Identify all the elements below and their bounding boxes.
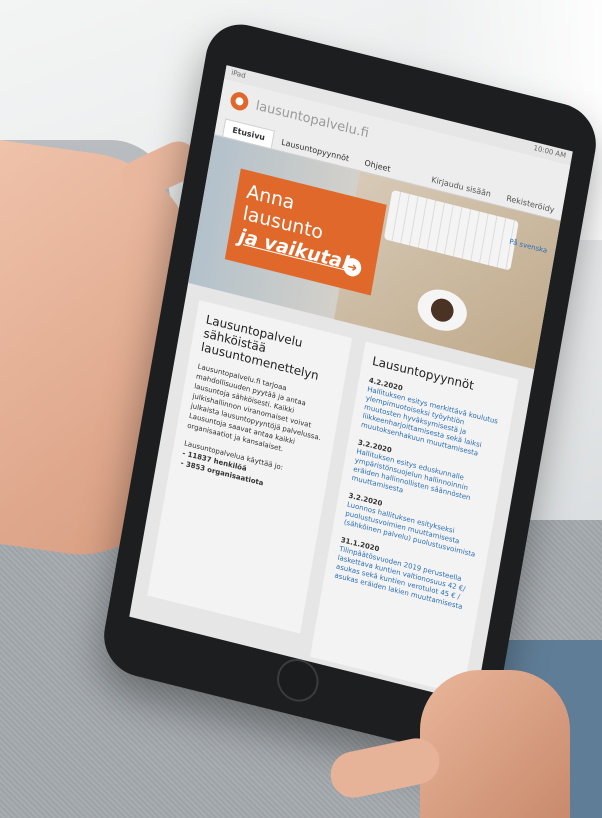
right-hand bbox=[420, 670, 570, 818]
tablet-screen: iPad 10:00 AM lausuntopalvelu.fi Etusivu… bbox=[129, 65, 573, 704]
arrow-right-icon[interactable]: ➜ bbox=[342, 256, 363, 279]
status-device: iPad bbox=[230, 68, 247, 81]
intro-card: Lausuntopalvelu sähköistää lausuntomenet… bbox=[147, 300, 353, 634]
logo-icon[interactable] bbox=[229, 90, 250, 113]
